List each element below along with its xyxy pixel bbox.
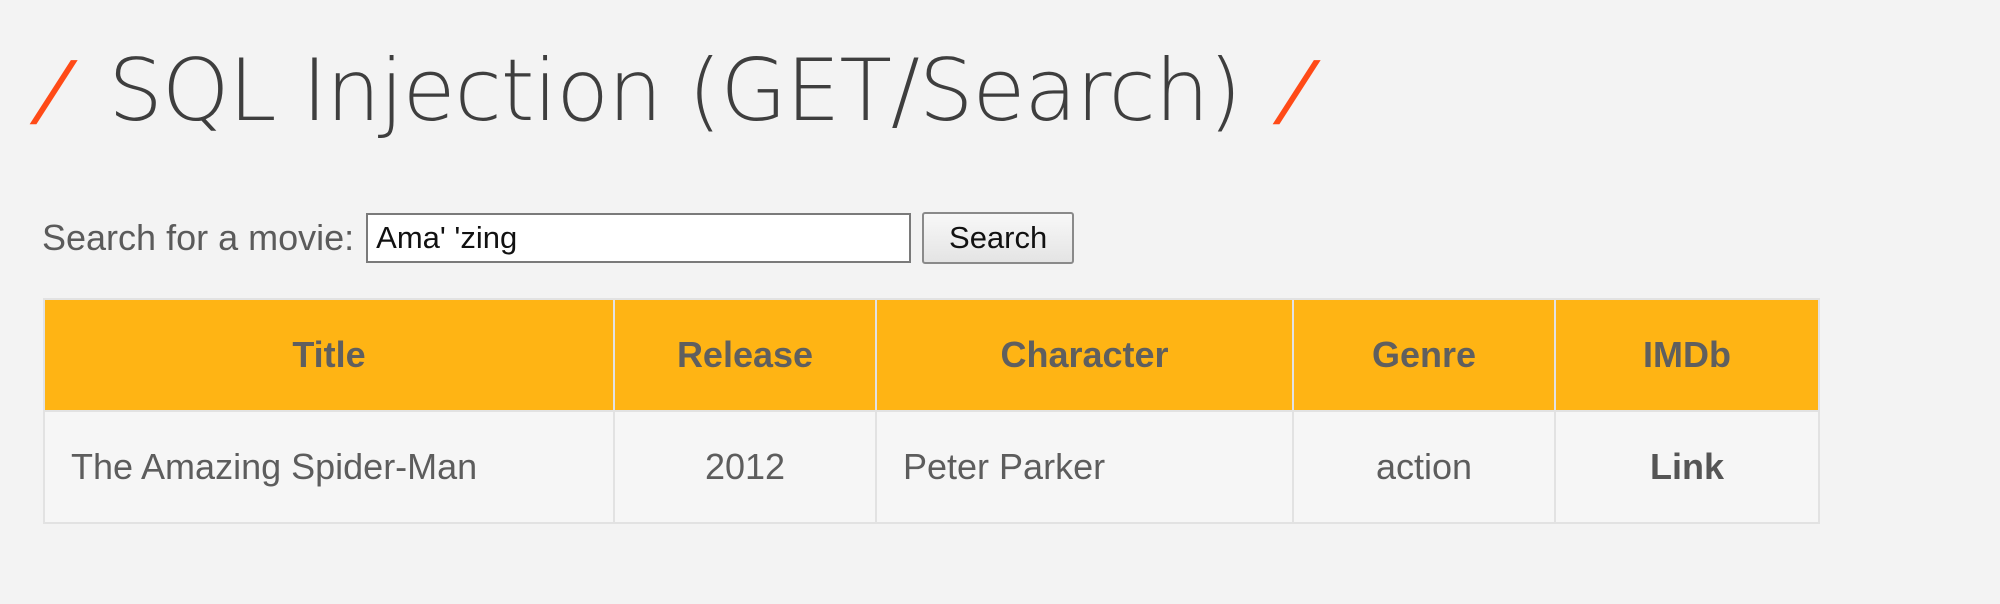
imdb-link[interactable]: Link [1650, 446, 1724, 487]
movie-search-form: Search for a movie: Search [42, 210, 1075, 266]
search-button[interactable]: Search [922, 212, 1075, 264]
movie-title-cell: The Amazing Spider-Man [43, 410, 615, 524]
title-right-slash: / [1276, 46, 1316, 136]
imdb-column-header: IMDb [1554, 298, 1820, 412]
title-left-slash: / [33, 46, 73, 136]
release-year-cell: 2012 [613, 410, 877, 524]
character-column-header: Character [875, 298, 1294, 412]
search-label: Search for a movie: [42, 217, 355, 258]
page-title: SQL Injection (GET/Search) [108, 41, 1242, 141]
title-column-header: Title [43, 298, 615, 412]
release-column-header: Release [613, 298, 877, 412]
imdb-cell: Link [1554, 410, 1820, 524]
table-header-row: Title Release Character Genre IMDb [43, 298, 1820, 412]
genre-cell: action [1292, 410, 1556, 524]
table-row: The Amazing Spider-Man 2012 Peter Parker… [43, 410, 1820, 524]
character-cell: Peter Parker [875, 410, 1294, 524]
bwapp-page: / SQL Injection (GET/Search) / Search fo… [0, 0, 2000, 604]
movie-search-input[interactable] [366, 213, 912, 263]
movie-results-table: Title Release Character Genre IMDb The A… [43, 298, 1820, 524]
genre-column-header: Genre [1292, 298, 1556, 412]
page-header: / SQL Injection (GET/Search) / [34, 36, 1316, 146]
